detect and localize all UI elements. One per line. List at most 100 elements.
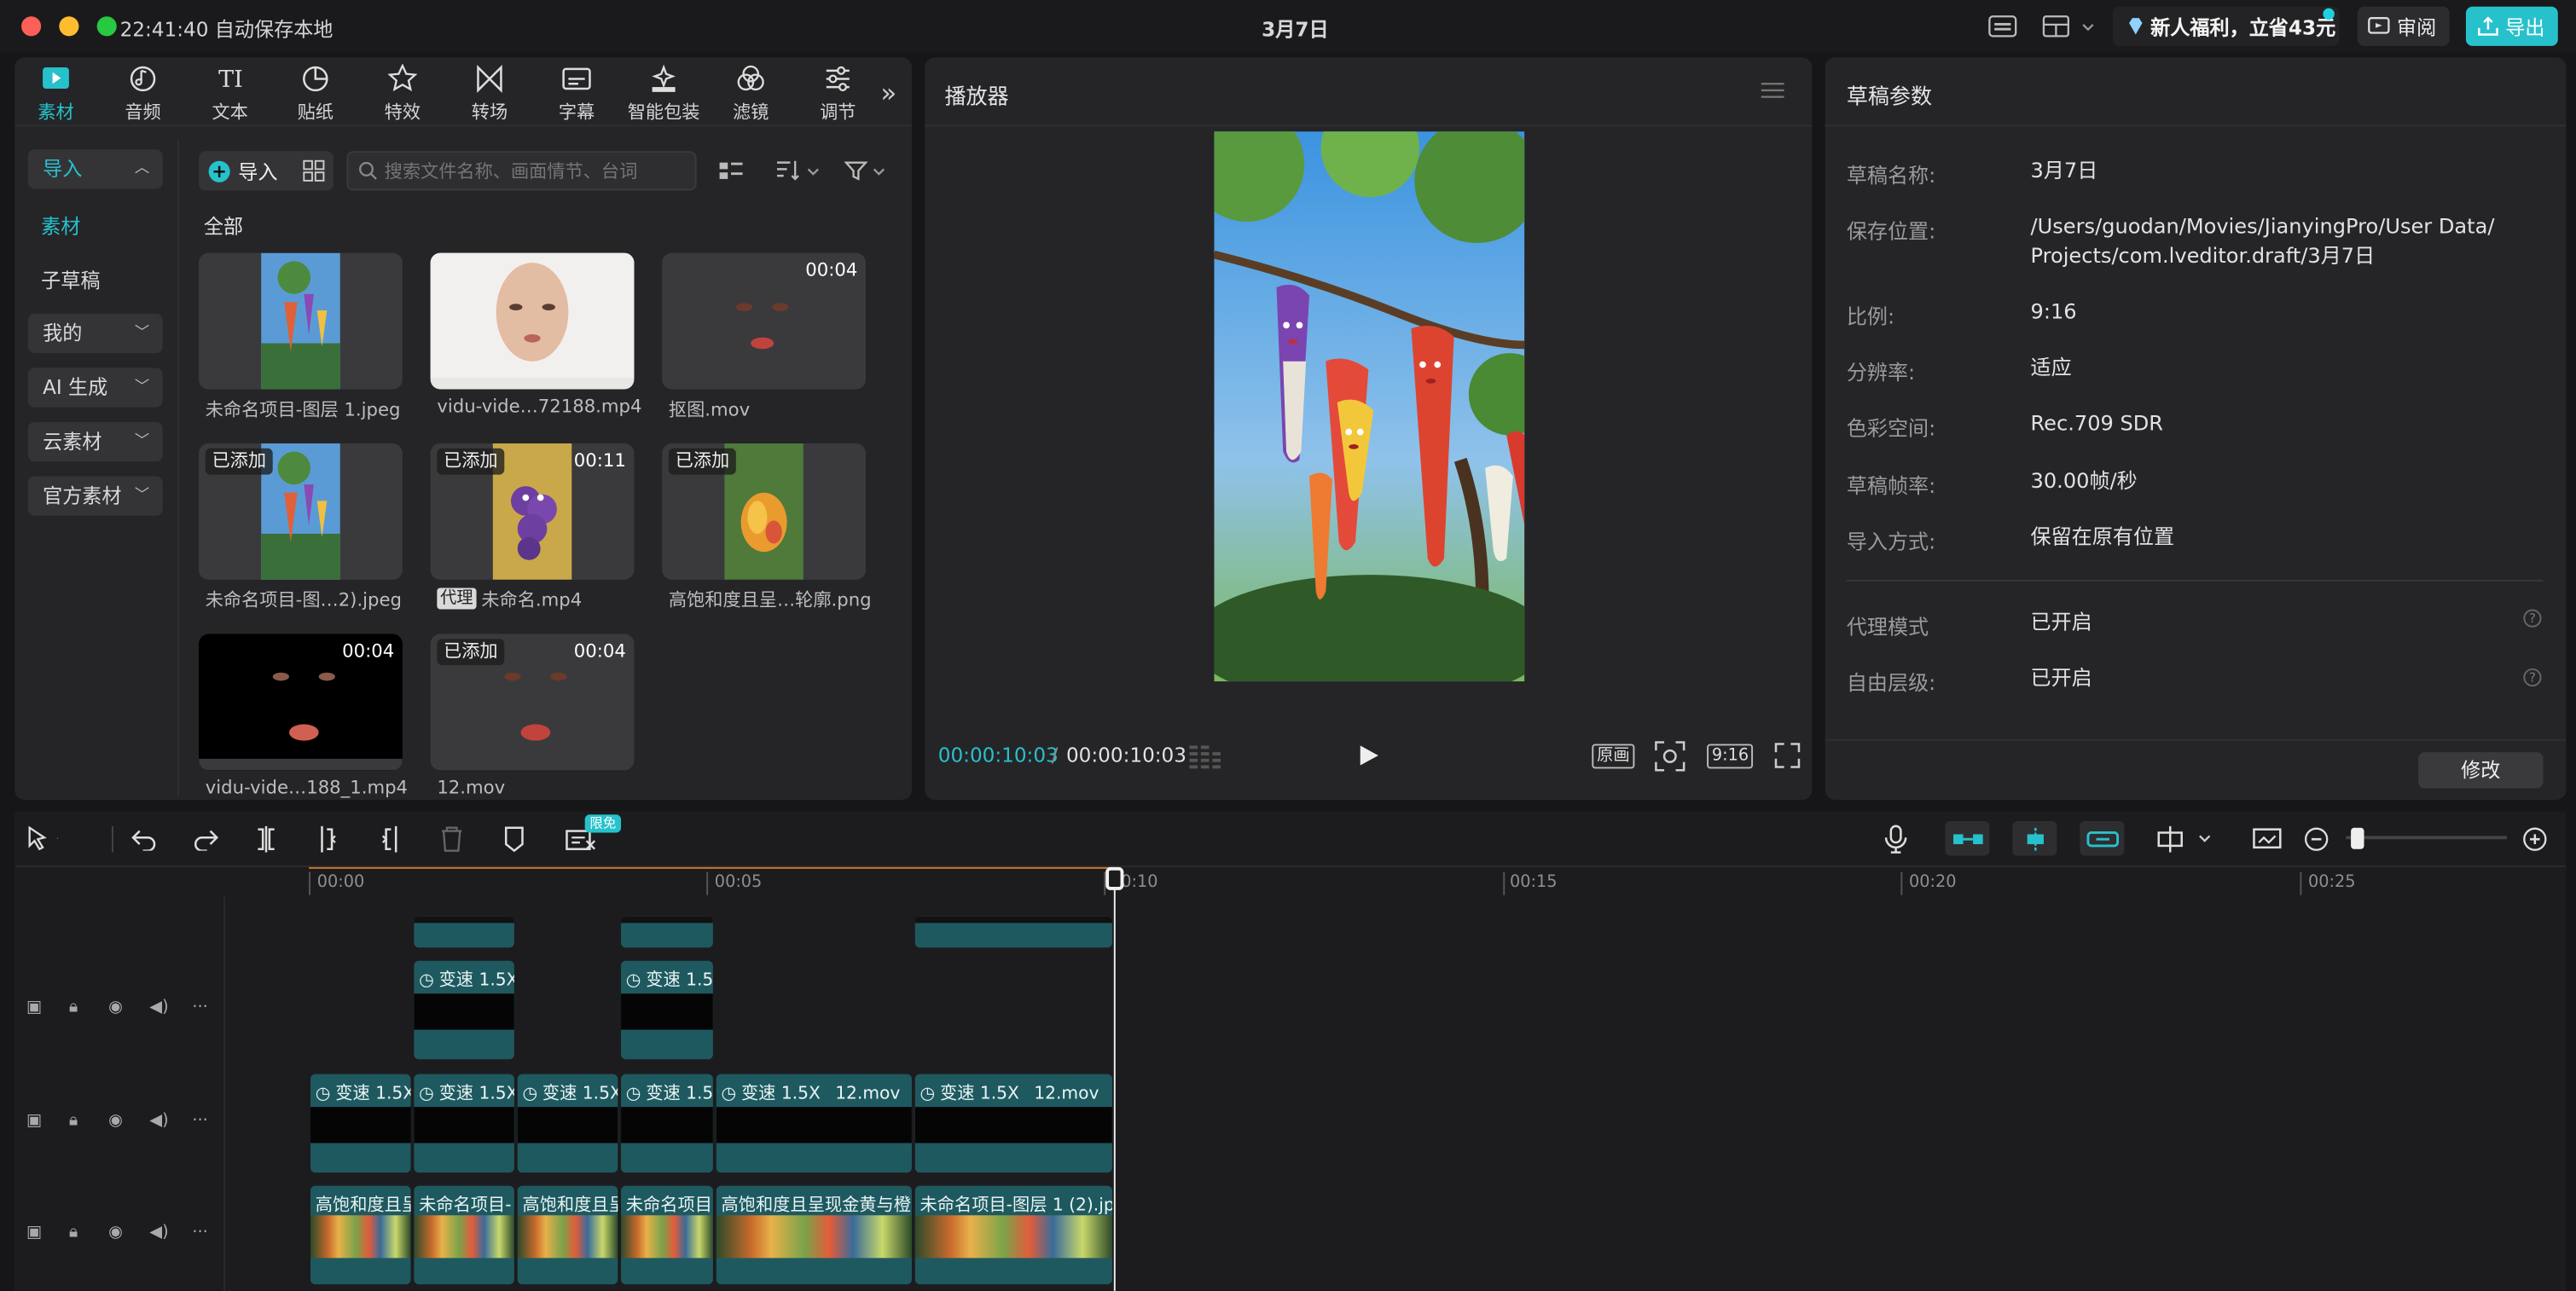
more-icon[interactable]: ···	[192, 999, 207, 1016]
promo-button[interactable]: 新人福利，立省43元	[2112, 6, 2340, 46]
media-item[interactable]: 已添加 00:11	[430, 443, 635, 580]
sidebar-item-cloud[interactable]: 云素材 ﹀	[27, 421, 163, 462]
tab-subtitle[interactable]: 字幕	[536, 64, 618, 124]
track-cover-icon[interactable]: ▣	[26, 1224, 42, 1242]
lock-icon[interactable]: 🔒︎	[69, 999, 78, 1016]
timeline-clip[interactable]: ◷ 变速 1.5X 12.mov	[716, 1074, 912, 1173]
sidebar-item-official[interactable]: 官方素材 ﹀	[27, 476, 163, 516]
modify-button[interactable]: 修改	[2418, 752, 2544, 789]
microphone-icon[interactable]	[1879, 823, 1912, 856]
timeline-clip[interactable]: ◷ 变速 1.5X	[517, 1074, 618, 1173]
auto-snap-button[interactable]	[2012, 821, 2057, 856]
tab-sticker[interactable]: 贴纸	[275, 64, 357, 124]
grid-icon[interactable]	[302, 159, 325, 182]
sidebar-item-ai[interactable]: AI 生成 ﹀	[27, 368, 163, 408]
media-item[interactable]	[430, 252, 635, 390]
import-button[interactable]: + 导入	[199, 151, 334, 191]
tab-audio[interactable]: 音频	[102, 64, 183, 124]
shortcut-icon[interactable]	[1987, 14, 2017, 38]
play-button[interactable]	[1357, 743, 1380, 769]
timeline-clip[interactable]	[914, 916, 1112, 948]
waveform-icon[interactable]	[1189, 743, 1228, 769]
more-tabs-icon[interactable]: »	[880, 78, 896, 109]
timeline-clip[interactable]: ◷ 变速 1.5X	[414, 960, 514, 1060]
timeline-clip[interactable]	[414, 916, 514, 948]
sort-icon[interactable]	[775, 159, 821, 182]
preview-video[interactable]	[1214, 131, 1525, 682]
media-item[interactable]: 00:04	[662, 252, 867, 390]
filter-icon[interactable]	[844, 159, 891, 182]
eye-icon[interactable]: ◉	[108, 1224, 123, 1242]
delete-icon[interactable]	[435, 823, 468, 856]
sidebar-item-import[interactable]: 导入 ︿	[27, 149, 163, 189]
fullscreen-icon[interactable]	[1774, 743, 1801, 769]
timeline-clip[interactable]: 高饱和度且呈	[310, 1185, 411, 1285]
timeline-clip[interactable]: ◷ 变速 1.5	[621, 1074, 713, 1173]
time-ruler[interactable]	[309, 867, 2566, 897]
export-button[interactable]: 导出	[2465, 6, 2558, 46]
undo-icon[interactable]	[128, 823, 161, 856]
tab-effects[interactable]: 特效	[362, 64, 444, 124]
split-icon[interactable]	[250, 823, 283, 856]
zoom-slider-handle[interactable]	[2351, 827, 2364, 849]
timeline-preview-icon[interactable]	[2251, 823, 2284, 856]
media-item[interactable]: 已添加	[662, 443, 867, 580]
sidebar-item-subdraft[interactable]: 子草稿	[41, 266, 100, 294]
layout-icon[interactable]	[2042, 14, 2095, 38]
media-item[interactable]: 已添加 00:04	[430, 634, 635, 771]
timeline-clip[interactable]: 未命名项目	[621, 1185, 713, 1285]
eye-icon[interactable]: ◉	[108, 999, 123, 1016]
volume-icon[interactable]: ◀︎)	[149, 999, 168, 1016]
timeline-clip[interactable]: ◷ 变速 1.5	[621, 960, 713, 1060]
volume-icon[interactable]: ◀︎)	[149, 1224, 168, 1242]
tab-filter[interactable]: 滤镜	[710, 64, 792, 124]
zoom-window-button[interactable]	[96, 16, 117, 37]
lock-icon[interactable]: 🔒︎	[69, 1112, 78, 1130]
volume-icon[interactable]: ◀︎)	[149, 1112, 168, 1130]
preview-axis-icon[interactable]	[2152, 823, 2218, 856]
help-icon[interactable]: ?	[2523, 668, 2542, 687]
select-tool-icon[interactable]	[25, 823, 58, 856]
tab-media[interactable]: 素材	[15, 64, 96, 124]
search-input[interactable]	[384, 159, 681, 182]
lock-icon[interactable]: 🔒︎	[69, 1224, 78, 1242]
tab-adjust[interactable]: 调节	[797, 64, 879, 124]
trim-right-icon[interactable]	[373, 823, 406, 856]
more-icon[interactable]: ···	[192, 1224, 207, 1242]
sidebar-item-mine[interactable]: 我的 ﹀	[27, 313, 163, 354]
zoom-slider[interactable]	[2346, 836, 2508, 840]
minimize-window-button[interactable]	[59, 16, 79, 37]
playhead-line[interactable]	[1113, 878, 1116, 1291]
view-mode-icon[interactable]	[718, 159, 745, 182]
timeline-clip[interactable]: 高饱和度且呈	[517, 1185, 618, 1285]
sidebar-item-media[interactable]: 素材	[41, 211, 80, 240]
media-item[interactable]: 已添加	[199, 443, 403, 580]
player-menu-icon[interactable]	[1761, 80, 1784, 100]
review-button[interactable]: 审阅	[2357, 6, 2450, 46]
fit-screen-icon[interactable]	[1654, 741, 1685, 773]
eye-icon[interactable]: ◉	[108, 1112, 123, 1130]
redo-icon[interactable]	[189, 823, 222, 856]
playhead-handle[interactable]	[1105, 866, 1124, 890]
main-track-magnet-button[interactable]	[1945, 821, 1990, 856]
timeline-clip[interactable]: ◷ 变速 1.5X 12.mov	[914, 1074, 1112, 1173]
linkage-button[interactable]	[2080, 821, 2125, 856]
timeline-clip[interactable]: 未命名项目-图层 1 (2).jp	[914, 1185, 1112, 1285]
timeline-clip[interactable]: 高饱和度且呈现金黄与橙	[716, 1185, 912, 1285]
timeline-clip[interactable]: 未命名项目-	[414, 1185, 514, 1285]
timeline-clip[interactable]	[621, 916, 713, 948]
tab-smart-package[interactable]: 智能包装	[623, 64, 705, 124]
zoom-in-icon[interactable]	[2519, 823, 2552, 856]
timeline-clip[interactable]: ◷ 变速 1.5X	[310, 1074, 411, 1173]
marker-icon[interactable]	[498, 823, 531, 856]
help-icon[interactable]: ?	[2523, 609, 2542, 628]
original-quality-button[interactable]: 原画	[1592, 744, 1635, 769]
more-icon[interactable]: ···	[192, 1112, 207, 1130]
track-cover-icon[interactable]: ▣	[26, 1112, 42, 1130]
tab-transition[interactable]: 转场	[449, 64, 531, 124]
track-cover-icon[interactable]: ▣	[26, 999, 42, 1016]
trim-left-icon[interactable]	[312, 823, 345, 856]
media-item[interactable]	[199, 252, 403, 390]
tab-text[interactable]: TI 文本	[189, 64, 270, 124]
search-field[interactable]	[346, 151, 697, 191]
